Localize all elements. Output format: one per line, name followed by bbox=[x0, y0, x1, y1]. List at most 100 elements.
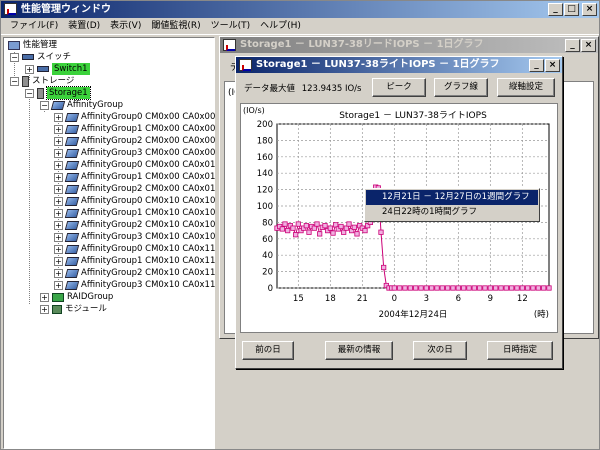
prev-day-button[interactable]: 前の日 bbox=[242, 341, 294, 360]
expand-icon[interactable]: + bbox=[54, 172, 63, 182]
device-tree[interactable]: 性能管理 − スイッチ + Switch1 − ストレージ − Storage1… bbox=[3, 37, 215, 449]
tree-group-item[interactable]: + AffinityGroup1 CM0x00 CA0x00 bbox=[54, 123, 215, 135]
collapse-icon[interactable]: − bbox=[25, 88, 34, 98]
tree-module[interactable]: + モジュール bbox=[40, 303, 107, 315]
data-point bbox=[306, 229, 312, 235]
tree-root[interactable]: 性能管理 bbox=[8, 39, 57, 51]
data-point bbox=[282, 221, 288, 227]
tree-group-item[interactable]: + AffinityGroup1 CM0x00 CA0x01 bbox=[54, 171, 215, 183]
read-iops-titlebar[interactable]: Storage1 － LUN37-38リードIOPS － 1日グラフ _ × bbox=[220, 37, 598, 53]
y-tick-label: 40 bbox=[262, 251, 273, 261]
tree-group-item[interactable]: + AffinityGroup1 CM0x10 CA0x11 bbox=[54, 255, 215, 267]
expand-icon[interactable]: + bbox=[54, 220, 63, 230]
minimize-button[interactable]: _ bbox=[548, 3, 563, 16]
fg-close-button[interactable]: × bbox=[545, 59, 560, 72]
menu-tools[interactable]: ツール(T) bbox=[206, 18, 256, 34]
menu-view[interactable]: 表示(V) bbox=[105, 18, 146, 34]
data-point bbox=[498, 285, 504, 291]
axis-settings-button[interactable]: 縦軸設定 bbox=[497, 78, 555, 97]
datetime-button[interactable]: 日時指定 bbox=[487, 341, 553, 360]
maximize-button[interactable]: □ bbox=[564, 3, 579, 16]
close-button[interactable]: × bbox=[582, 3, 597, 16]
data-point bbox=[317, 231, 323, 237]
affinity-group-icon bbox=[64, 136, 80, 146]
data-point bbox=[314, 221, 320, 227]
weekly-graph-menu-item[interactable]: 12月21日 － 12月27日の1週間グラフ bbox=[366, 190, 538, 205]
data-point bbox=[423, 285, 429, 291]
main-window: 性能管理ウィンドウ _ □ × ファイル(F) 装置(D) 表示(V) 閾値監視… bbox=[0, 0, 600, 450]
tree-group-label: AffinityGroup2 CM0x10 CA0x11 bbox=[81, 268, 216, 278]
expand-icon[interactable]: + bbox=[54, 196, 63, 206]
expand-icon[interactable]: + bbox=[54, 124, 63, 134]
hourly-graph-menu-item[interactable]: 24日22時の1時間グラフ bbox=[366, 205, 538, 220]
tree-group-item[interactable]: + AffinityGroup2 CM0x00 CA0x00 bbox=[54, 135, 215, 147]
tree-group-item[interactable]: + AffinityGroup2 CM0x10 CA0x10 bbox=[54, 219, 215, 231]
tree-group-item[interactable]: + AffinityGroup3 CM0x10 CA0x10 bbox=[54, 231, 215, 243]
tree-root-label: 性能管理 bbox=[23, 40, 58, 50]
tree-raid-label: RAIDGroup bbox=[67, 292, 114, 302]
expand-icon[interactable]: + bbox=[54, 268, 63, 278]
collapse-icon[interactable]: − bbox=[40, 100, 49, 110]
expand-icon[interactable]: + bbox=[54, 208, 63, 218]
collapse-icon[interactable]: − bbox=[10, 76, 19, 86]
bg-minimize-button[interactable]: _ bbox=[565, 39, 580, 52]
expand-icon[interactable]: + bbox=[54, 244, 63, 254]
x-tick-label: 6 bbox=[456, 294, 461, 304]
expand-icon[interactable]: + bbox=[54, 112, 63, 122]
expand-icon[interactable]: + bbox=[54, 184, 63, 194]
bg-close-button[interactable]: × bbox=[581, 39, 596, 52]
tree-switch[interactable]: − スイッチ bbox=[10, 51, 71, 63]
tree-group-item[interactable]: + AffinityGroup2 CM0x00 CA0x01 bbox=[54, 183, 215, 195]
expand-icon[interactable]: + bbox=[54, 232, 63, 242]
expand-icon[interactable]: + bbox=[54, 136, 63, 146]
tree-switch1[interactable]: + Switch1 bbox=[25, 63, 90, 75]
y-tick-label: 100 bbox=[257, 202, 273, 212]
x-tick-label: 21 bbox=[357, 294, 368, 304]
tree-raid[interactable]: + RAIDGroup bbox=[40, 291, 113, 303]
tree-group-label: AffinityGroup0 CM0x10 CA0x11 bbox=[81, 244, 216, 254]
graph-line-button[interactable]: グラフ線 bbox=[434, 78, 488, 97]
tree-group-item[interactable]: + AffinityGroup0 CM0x10 CA0x10 bbox=[54, 195, 215, 207]
tree-group-item[interactable]: + AffinityGroup1 CM0x10 CA0x10 bbox=[54, 207, 215, 219]
expand-icon[interactable]: + bbox=[54, 280, 63, 290]
fg-minimize-button[interactable]: _ bbox=[529, 59, 544, 72]
tree-group-item[interactable]: + AffinityGroup0 CM0x00 CA0x00 bbox=[54, 111, 215, 123]
expand-icon[interactable]: + bbox=[54, 256, 63, 266]
expand-icon[interactable]: + bbox=[40, 304, 49, 314]
menu-device[interactable]: 装置(D) bbox=[63, 18, 105, 34]
tree-group-item[interactable]: + AffinityGroup3 CM0x10 CA0x11 bbox=[54, 279, 215, 291]
expand-icon[interactable]: + bbox=[54, 160, 63, 170]
data-point bbox=[418, 285, 424, 291]
data-point bbox=[293, 232, 299, 238]
tree-group-item[interactable]: + AffinityGroup0 CM0x00 CA0x01 bbox=[54, 159, 215, 171]
peak-button[interactable]: ピーク bbox=[372, 78, 426, 97]
tree-group-item[interactable]: + AffinityGroup2 CM0x10 CA0x11 bbox=[54, 267, 215, 279]
data-point bbox=[413, 285, 419, 291]
menu-help[interactable]: ヘルプ(H) bbox=[255, 18, 306, 34]
menu-threshold[interactable]: 閾値監視(R) bbox=[146, 18, 205, 34]
data-point bbox=[493, 285, 499, 291]
expand-icon[interactable]: + bbox=[54, 148, 63, 158]
write-iops-titlebar[interactable]: Storage1 － LUN37-38ライトIOPS － 1日グラフ _ × bbox=[236, 57, 562, 73]
expand-icon[interactable]: + bbox=[40, 292, 49, 302]
tree-switch-label: スイッチ bbox=[37, 52, 72, 62]
affinity-group-icon bbox=[64, 220, 80, 230]
tree-group-item[interactable]: + AffinityGroup0 CM0x10 CA0x11 bbox=[54, 243, 215, 255]
main-titlebar[interactable]: 性能管理ウィンドウ _ □ × bbox=[1, 1, 599, 18]
affinity-group-icon bbox=[64, 172, 80, 182]
data-point bbox=[535, 285, 541, 291]
tree-affinity[interactable]: − AffinityGroup bbox=[40, 99, 123, 111]
tree-group-item[interactable]: + AffinityGroup3 CM0x00 CA0x00 bbox=[54, 147, 215, 159]
next-day-button[interactable]: 次の日 bbox=[413, 341, 467, 360]
data-point bbox=[445, 285, 451, 291]
data-point bbox=[546, 285, 552, 291]
data-point bbox=[509, 285, 515, 291]
menu-file[interactable]: ファイル(F) bbox=[5, 18, 63, 34]
expand-icon[interactable]: + bbox=[25, 64, 34, 74]
latest-info-button[interactable]: 最新の情報 bbox=[325, 341, 393, 360]
tree-storage1[interactable]: − Storage1 bbox=[25, 86, 91, 100]
tree-storage[interactable]: − ストレージ bbox=[10, 75, 74, 87]
graph-context-menu: 12月21日 － 12月27日の1週間グラフ 24日22時の1時間グラフ bbox=[364, 188, 540, 222]
collapse-icon[interactable]: − bbox=[10, 52, 19, 62]
y-tick-label: 140 bbox=[257, 169, 273, 179]
